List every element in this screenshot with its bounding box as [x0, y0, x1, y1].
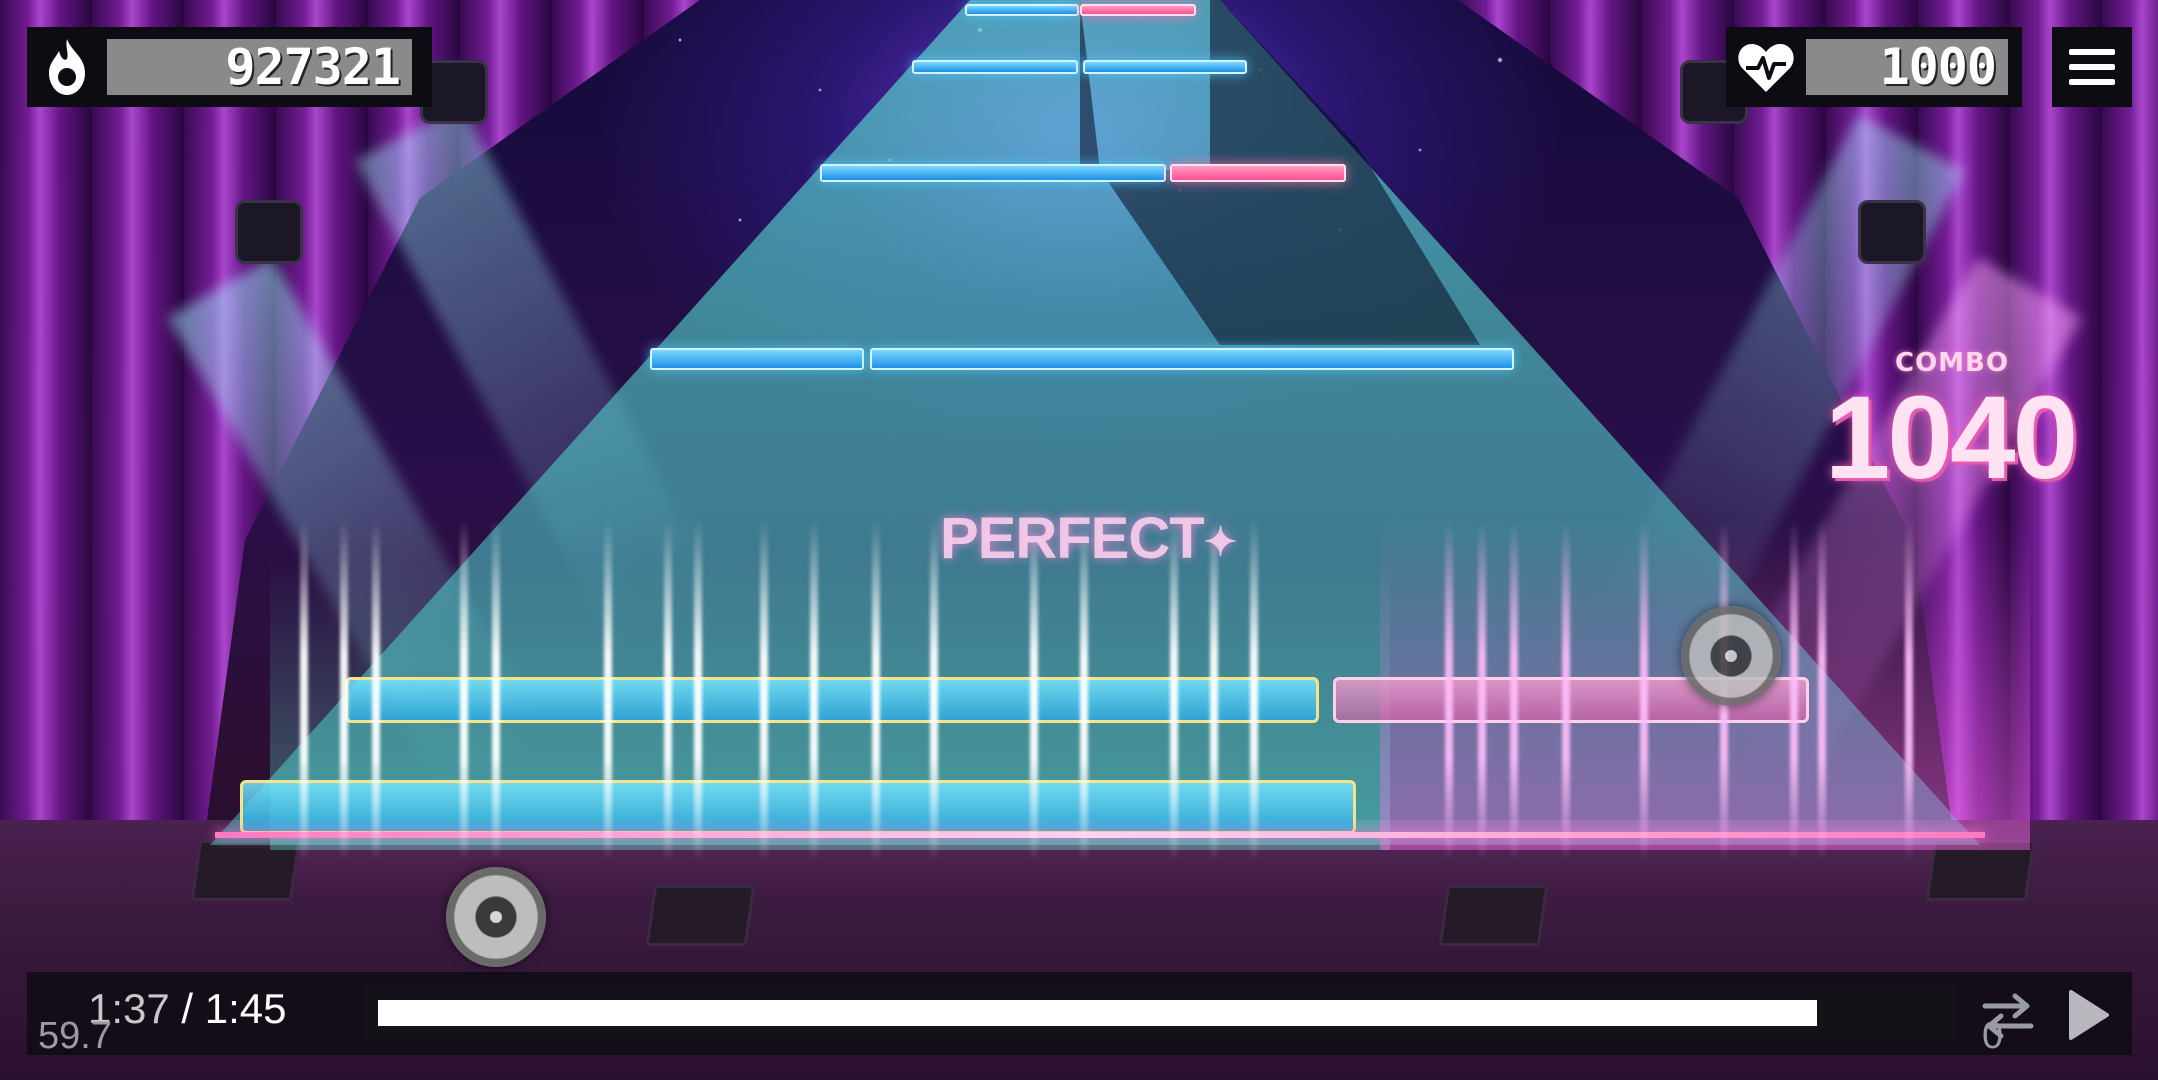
judgement-text: PERFECT✦ [940, 505, 1238, 572]
hit-flare [930, 520, 938, 860]
floor-speaker [1438, 885, 1549, 946]
time-separator: / [169, 985, 205, 1032]
total-time: 1:45 [204, 985, 287, 1032]
hit-flare [492, 520, 500, 860]
hp-value: 1000 [1806, 38, 2008, 96]
hit-flare [460, 520, 468, 860]
hit-flare-pink [1478, 520, 1486, 860]
note-tile [870, 348, 1514, 370]
hit-flare [1250, 520, 1258, 860]
progress-slider[interactable] [365, 985, 1955, 1039]
hit-flare [810, 520, 818, 860]
lane-knob[interactable] [1681, 606, 1781, 706]
hit-flare-pink [1640, 520, 1648, 860]
hit-flare [760, 520, 768, 860]
stage-lamp [235, 200, 303, 264]
hit-flare [372, 520, 380, 860]
note-tile [912, 60, 1078, 74]
note-tile-pink [1080, 4, 1196, 16]
combo-value: 1040 [1824, 372, 2079, 504]
hit-flare-pink [1445, 520, 1453, 860]
hit-flare [340, 520, 348, 860]
note-tile-pink [1170, 164, 1346, 182]
play-icon[interactable] [2058, 985, 2118, 1045]
floor-speaker [645, 885, 756, 946]
hit-flare-pink [1510, 520, 1518, 860]
stage-lamp [1858, 200, 1926, 264]
playback-time: 1:37 / 1:45 [88, 985, 287, 1033]
hit-flare [664, 520, 672, 860]
hamburger-menu-icon[interactable] [2052, 27, 2132, 107]
flame-icon [27, 27, 107, 107]
note-tile [650, 348, 864, 370]
note-tile [820, 164, 1166, 182]
swap-arrows-icon[interactable] [1978, 985, 2038, 1045]
fps-counter: 59.7 [38, 1015, 112, 1057]
hit-flare-pink [1905, 520, 1913, 860]
lane-knob[interactable] [446, 867, 546, 967]
progress-fill [378, 1000, 1817, 1026]
hold-note-bar [240, 780, 1356, 834]
note-tile [965, 4, 1079, 16]
note-tile [1083, 60, 1247, 74]
hit-flare [300, 520, 308, 860]
hit-flare-pink [1790, 520, 1798, 860]
score-panel: 927321 [27, 27, 432, 107]
hit-flare [694, 520, 702, 860]
hit-flare-pink [1562, 520, 1570, 860]
heart-pulse-icon [1726, 27, 1806, 107]
hit-flare [604, 520, 612, 860]
hit-flare-pink [1818, 520, 1826, 860]
score-value: 927321 [107, 38, 412, 96]
hp-panel: 1000 [1726, 27, 2022, 107]
judgement-label: PERFECT [940, 506, 1205, 571]
sparkle-icon: ✦ [1203, 520, 1238, 565]
hit-flare [872, 520, 880, 860]
